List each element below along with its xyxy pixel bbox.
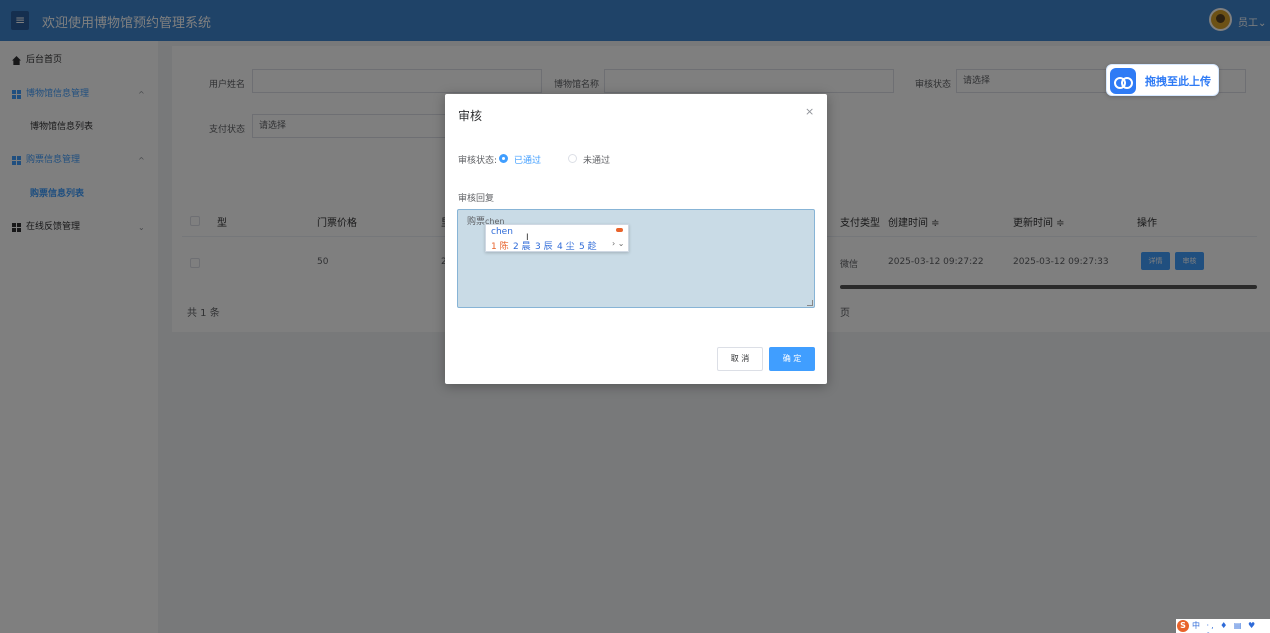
ime-candidate[interactable]: 5 趁	[579, 239, 597, 252]
cloud-upload-icon	[1110, 68, 1136, 94]
audit-status-label: 审核状态:	[458, 156, 498, 166]
ime-more-icon[interactable]: › ⌄	[612, 239, 624, 248]
ime-candidate-popup: chen 1 陈 2 晨 3 辰 4 尘 5 趁 › ⌄	[485, 224, 629, 252]
upload-badge-label: 拖拽至此上传	[1145, 75, 1211, 88]
dialog-title: 审核	[458, 109, 483, 123]
close-icon[interactable]: ×	[805, 105, 814, 118]
ime-candidate[interactable]: 3 辰	[535, 239, 553, 252]
upload-drop-badge[interactable]: 拖拽至此上传	[1106, 64, 1219, 96]
ime-logo-icon	[616, 228, 623, 232]
radio-pass-label[interactable]: 已通过	[514, 153, 541, 166]
ime-composition: chen	[491, 227, 513, 237]
cancel-button[interactable]: 取 消	[717, 347, 763, 371]
radio-pass[interactable]	[499, 154, 508, 163]
radio-fail[interactable]	[568, 154, 577, 163]
confirm-button[interactable]: 确 定	[769, 347, 815, 371]
radio-fail-label[interactable]: 未通过	[583, 153, 610, 166]
ime-toolbar-icons[interactable]: 中 ·, ♦ ▤ ♥ ▦ ✎	[1192, 620, 1270, 633]
ime-candidate[interactable]: 1 陈	[491, 239, 509, 252]
audit-reply-label: 审核回复	[458, 194, 495, 204]
sogou-logo-icon[interactable]: S	[1177, 620, 1189, 632]
ime-candidate[interactable]: 4 尘	[557, 239, 575, 252]
resize-handle[interactable]	[807, 300, 813, 306]
text-cursor-icon: I	[526, 233, 529, 243]
ime-toolbar: S 中 ·, ♦ ▤ ♥ ▦ ✎	[1176, 619, 1270, 633]
